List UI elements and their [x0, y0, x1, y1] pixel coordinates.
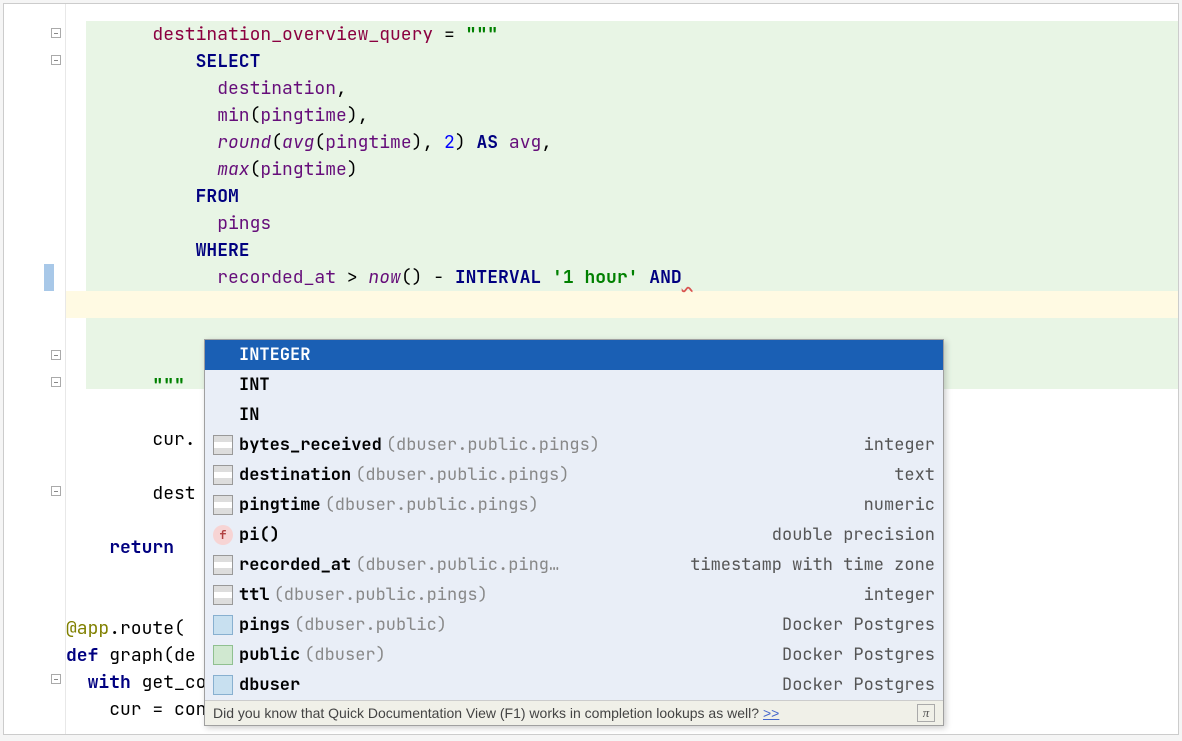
- completion-footer: Did you know that Quick Documentation Vi…: [205, 700, 943, 725]
- completion-item-detail: (dbuser.public.pings): [325, 494, 539, 516]
- editor-frame: destination_overview_query = """ SELECT …: [3, 3, 1179, 735]
- database-icon: [213, 615, 233, 635]
- blank-icon: [213, 345, 233, 365]
- completion-item-detail: (dbuser.public.pings): [355, 464, 569, 486]
- blank-icon: [213, 405, 233, 425]
- code-line[interactable]: destination,: [66, 75, 1178, 102]
- completion-item-detail: (dbuser): [304, 644, 386, 666]
- code-line[interactable]: SELECT: [66, 48, 1178, 75]
- completion-item[interactable]: destination (dbuser.public.pings) text: [205, 460, 943, 490]
- code-line[interactable]: [66, 291, 1178, 318]
- completion-item-text: ttl: [239, 584, 270, 606]
- completion-item-type: text: [894, 464, 935, 486]
- code-line[interactable]: pings: [66, 210, 1178, 237]
- completion-item[interactable]: IN: [205, 400, 943, 430]
- blank-icon: [213, 375, 233, 395]
- completion-item-detail: (dbuser.public): [294, 614, 447, 636]
- completion-list: INTEGER INT IN bytes_received (dbuser.publi…: [205, 340, 943, 700]
- completion-item-type: Docker Postgres: [782, 674, 935, 696]
- database-icon: [213, 675, 233, 695]
- fold-marker-icon[interactable]: [51, 350, 61, 360]
- completion-item[interactable]: pingtime (dbuser.public.pings) numeric: [205, 490, 943, 520]
- table-icon: [213, 495, 233, 515]
- completion-item-text: INTEGER: [239, 344, 310, 366]
- completion-item-type: numeric: [864, 494, 935, 516]
- completion-item[interactable]: public (dbuser) Docker Postgres: [205, 640, 943, 670]
- completion-popup: INTEGER INT IN bytes_received (dbuser.publi…: [204, 339, 944, 726]
- completion-item-text: pi(): [239, 524, 280, 546]
- completion-item-type: Docker Postgres: [782, 614, 935, 636]
- completion-item-text: public: [239, 644, 300, 666]
- completion-item[interactable]: bytes_received (dbuser.public.pings) inte…: [205, 430, 943, 460]
- completion-item-text: INT: [239, 374, 270, 396]
- completion-item-detail: (dbuser.public.pings): [274, 584, 488, 606]
- code-line[interactable]: destination_overview_query = """: [66, 21, 1178, 48]
- fold-marker-icon[interactable]: [51, 486, 61, 496]
- code-line[interactable]: min(pingtime),: [66, 102, 1178, 129]
- completion-item[interactable]: INT: [205, 370, 943, 400]
- schema-icon: [213, 645, 233, 665]
- completion-item[interactable]: ttl (dbuser.public.pings) integer: [205, 580, 943, 610]
- completion-item-type: integer: [864, 434, 935, 456]
- code-line[interactable]: recorded_at > now() - INTERVAL '1 hour' …: [66, 264, 1178, 291]
- completion-item-detail: (dbuser.public.ping…: [355, 554, 559, 576]
- completion-item[interactable]: INTEGER: [205, 340, 943, 370]
- table-icon: [213, 555, 233, 575]
- completion-item-text: pingtime: [239, 494, 321, 516]
- fold-marker-icon[interactable]: [51, 377, 61, 387]
- function-icon: f: [213, 525, 233, 545]
- table-icon: [213, 585, 233, 605]
- completion-item-text: destination: [239, 464, 351, 486]
- pi-icon[interactable]: π: [917, 704, 935, 722]
- completion-item-text: pings: [239, 614, 290, 636]
- completion-item[interactable]: dbuser Docker Postgres: [205, 670, 943, 700]
- fold-marker-icon[interactable]: [51, 55, 61, 65]
- completion-item-text: recorded_at: [239, 554, 351, 576]
- change-marker: [44, 264, 54, 291]
- completion-item-text: dbuser: [239, 674, 300, 696]
- completion-item-type: Docker Postgres: [782, 644, 935, 666]
- code-line[interactable]: FROM: [66, 183, 1178, 210]
- completion-item-type: double precision: [772, 524, 935, 546]
- completion-item[interactable]: recorded_at (dbuser.public.ping… timestam…: [205, 550, 943, 580]
- completion-tip-text: Did you know that Quick Documentation Vi…: [213, 705, 759, 721]
- completion-item-text: bytes_received: [239, 434, 382, 456]
- editor-gutter: [4, 4, 66, 734]
- fold-marker-icon[interactable]: [51, 674, 61, 684]
- completion-item[interactable]: f pi() double precision: [205, 520, 943, 550]
- completion-item-detail: (dbuser.public.pings): [386, 434, 600, 456]
- fold-marker-icon[interactable]: [51, 28, 61, 38]
- completion-item-type: timestamp with time zone: [690, 554, 935, 576]
- completion-item[interactable]: pings (dbuser.public) Docker Postgres: [205, 610, 943, 640]
- code-line[interactable]: max(pingtime): [66, 156, 1178, 183]
- table-icon: [213, 465, 233, 485]
- completion-item-type: integer: [864, 584, 935, 606]
- table-icon: [213, 435, 233, 455]
- code-line[interactable]: WHERE: [66, 237, 1178, 264]
- code-line[interactable]: round(avg(pingtime), 2) AS avg,: [66, 129, 1178, 156]
- completion-item-text: IN: [239, 404, 259, 426]
- completion-tip-link[interactable]: >>: [763, 705, 779, 721]
